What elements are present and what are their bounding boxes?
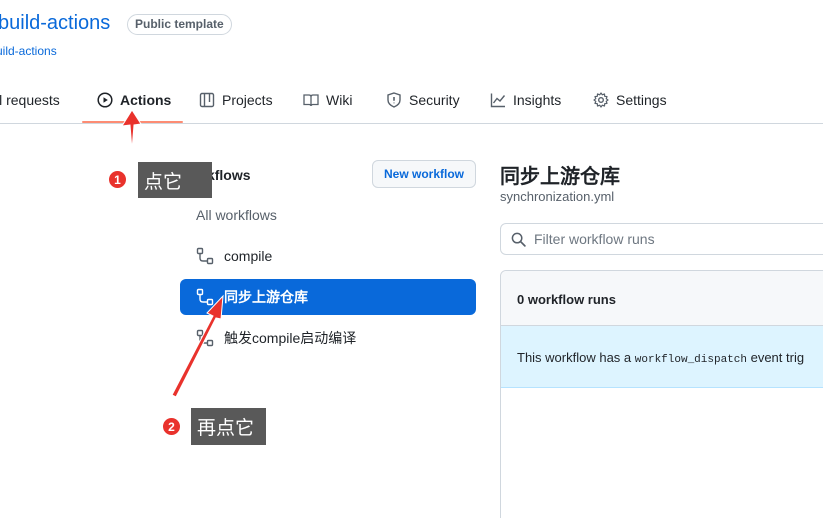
active-tab-underline: [82, 121, 183, 123]
tab-security[interactable]: Security: [386, 76, 460, 123]
filter-input[interactable]: [534, 231, 814, 247]
dispatch-info-banner: This workflow has a workflow_dispatch ev…: [501, 326, 823, 388]
graph-icon: [490, 93, 506, 107]
repo-name-link[interactable]: build-actions: [0, 12, 110, 35]
sidebar-item-all-workflows[interactable]: All workflows: [180, 197, 476, 233]
shield-icon: [387, 91, 401, 108]
tab-label: Settings: [616, 91, 667, 108]
info-text: This workflow has a workflow_dispatch ev…: [517, 350, 804, 366]
info-code: workflow_dispatch: [634, 354, 747, 366]
tab-label: ll requests: [0, 91, 60, 108]
table-icon: [199, 92, 215, 107]
new-workflow-button[interactable]: New workflow: [372, 160, 476, 188]
tab-actions[interactable]: Actions: [97, 76, 171, 123]
filter-workflow-runs[interactable]: [500, 223, 823, 255]
runs-count: 0 workflow runs: [517, 292, 616, 307]
tab-label: Wiki: [326, 91, 353, 108]
sidebar-item-label: 同步上游仓库: [224, 289, 308, 305]
runs-header: 0 workflow runs: [501, 271, 823, 326]
tab-insights[interactable]: Insights: [490, 76, 561, 123]
tab-pull-requests[interactable]: ll requests: [0, 76, 60, 123]
gear-icon: [593, 91, 609, 108]
info-prefix: This workflow has a: [517, 350, 635, 365]
workflow-runs-panel: 0 workflow runs This workflow has a work…: [500, 270, 823, 518]
workflow-icon: [196, 247, 214, 265]
sidebar-item-label: All workflows: [196, 207, 277, 223]
step-1-callout: 点它: [138, 162, 212, 198]
sidebar-item-compile[interactable]: compile: [180, 238, 476, 274]
workflow-file-link[interactable]: synchronization.yml: [500, 189, 614, 204]
step-2-marker: 2: [162, 417, 181, 436]
tab-wiki[interactable]: Wiki: [303, 76, 352, 123]
public-template-badge: Public template: [127, 14, 232, 35]
tab-projects[interactable]: Projects: [199, 76, 273, 123]
workflow-icon: [196, 329, 214, 347]
info-suffix: event trig: [746, 350, 805, 365]
tab-label: Insights: [513, 91, 562, 108]
sidebar-item-label: compile: [224, 248, 273, 264]
step-2-callout: 再点它: [191, 408, 266, 445]
tab-label: Actions: [120, 91, 172, 108]
step-1-marker: 1: [108, 170, 127, 189]
tab-label: Security: [409, 91, 460, 108]
book-icon: [303, 93, 319, 106]
play-icon: [97, 91, 113, 108]
tab-settings[interactable]: Settings: [593, 76, 667, 123]
search-icon: [511, 232, 526, 247]
repo-subtitle-link[interactable]: uild-actions: [0, 44, 57, 58]
workflow-title: 同步上游仓库: [500, 166, 620, 188]
sidebar-item-trigger-compile[interactable]: 触发compile启动编译: [180, 320, 476, 356]
tab-label: Projects: [222, 91, 273, 108]
sidebar-item-sync-upstream[interactable]: 同步上游仓库: [180, 279, 476, 315]
sidebar-item-label: 触发compile启动编译: [224, 330, 357, 346]
repo-nav-tabs: ll requests Actions Projects Wiki Securi…: [0, 76, 823, 124]
workflow-icon: [196, 288, 214, 306]
